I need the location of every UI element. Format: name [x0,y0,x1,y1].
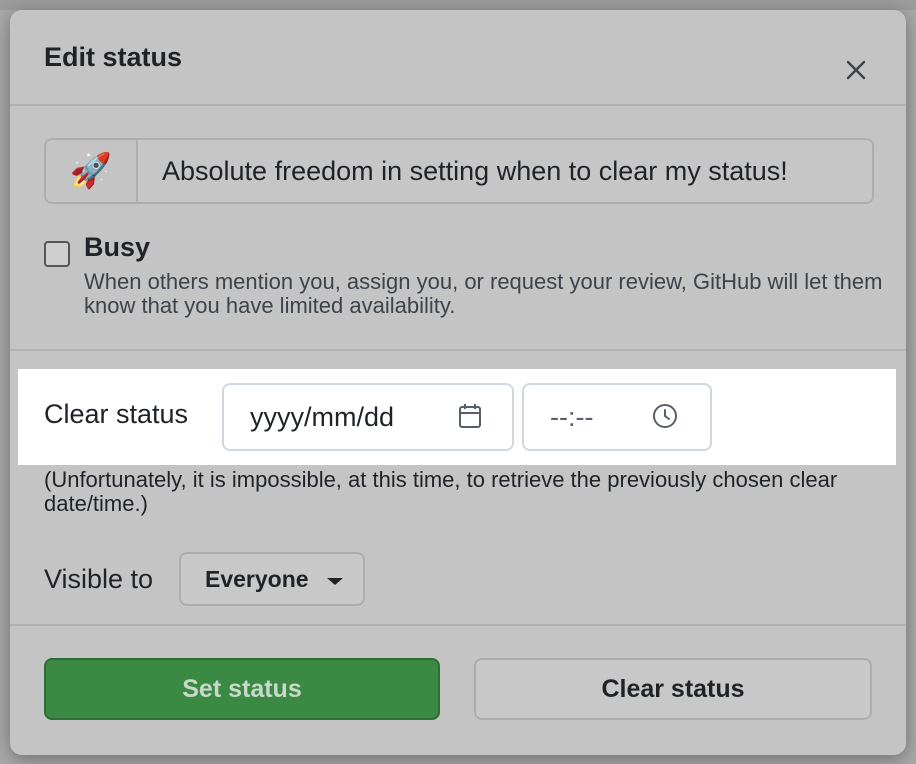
set-status-button[interactable]: Set status [44,658,440,720]
busy-description: When others mention you, assign you, or … [84,269,883,318]
dialog-title: Edit status [44,42,183,72]
close-button[interactable] [836,50,876,90]
rocket-emoji: 🚀 [69,152,113,190]
edit-status-dialog: Edit status 🚀 Absolute freedom in settin… [10,10,906,755]
date-placeholder: yyyy/mm/dd [250,402,395,432]
calendar-icon[interactable] [458,403,482,429]
visibility-selected: Everyone [205,565,309,592]
dialog-header: Edit status [10,10,906,106]
clear-date-input[interactable]: yyyy/mm/dd [222,383,514,451]
divider [10,624,906,626]
divider [10,349,906,351]
status-message-input[interactable]: Absolute freedom in setting when to clea… [138,140,872,202]
clear-status-label: Clear status [44,399,189,429]
time-placeholder: --:-- [550,402,594,432]
clear-time-input[interactable]: --:-- [522,383,712,451]
clear-status-section: Clear status yyyy/mm/dd --:-- [18,369,896,465]
emoji-picker-button[interactable]: 🚀 [46,140,138,202]
clear-status-note: (Unfortunately, it is impossible, at thi… [44,467,838,516]
visible-to-label: Visible to [44,564,154,594]
caret-down-icon [327,578,343,585]
background-topbar [0,0,916,10]
close-icon [846,60,866,80]
busy-label: Busy [84,232,151,262]
clear-status-button[interactable]: Clear status [474,658,872,720]
visibility-dropdown[interactable]: Everyone [179,552,365,606]
status-input-group: 🚀 Absolute freedom in setting when to cl… [44,138,874,204]
clock-icon[interactable] [652,403,678,429]
busy-checkbox[interactable] [44,241,70,267]
